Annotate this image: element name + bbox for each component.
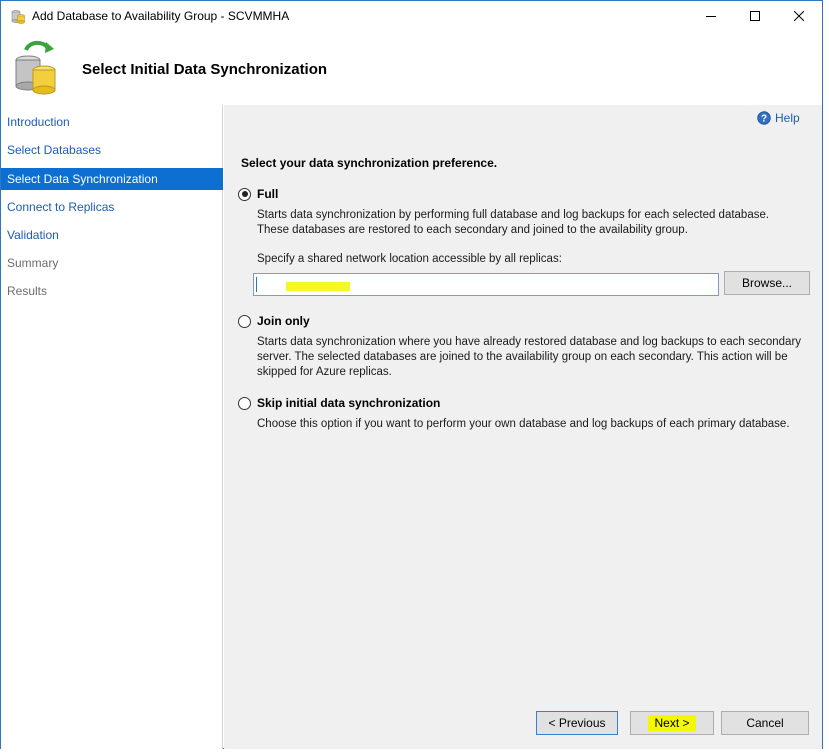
app-database-icon — [10, 8, 26, 24]
radio-join-only-label: Join only — [257, 314, 310, 328]
window-title: Add Database to Availability Group - SCV… — [32, 9, 290, 23]
radio-join-only-circle[interactable] — [238, 314, 251, 328]
radio-skip-sync-circle[interactable] — [238, 396, 251, 410]
wizard-window: Add Database to Availability Group - SCV… — [0, 0, 823, 749]
skip-sync-description: Choose this option if you want to perfor… — [257, 418, 790, 430]
sidebar-item-connect-to-replicas[interactable]: Connect to Replicas — [1, 196, 223, 218]
sidebar-item-results: Results — [7, 284, 48, 298]
minimize-icon — [706, 16, 716, 17]
sidebar-item-select-data-synchronization[interactable]: Select Data Synchronization — [1, 168, 223, 190]
page-title: Select Initial Data Synchronization — [82, 61, 328, 78]
radio-full[interactable]: Full — [238, 187, 278, 201]
share-location-input[interactable] — [253, 273, 719, 296]
cancel-button[interactable]: Cancel — [721, 711, 809, 735]
svg-text:?: ? — [761, 114, 767, 125]
radio-skip-sync-label: Skip initial data synchronization — [257, 396, 441, 410]
close-icon — [794, 11, 804, 21]
main-pane: ? Help Select your data synchronization … — [224, 105, 822, 749]
radio-full-circle[interactable] — [238, 187, 251, 201]
wizard-steps-sidebar: Introduction Select Databases Select Dat… — [1, 105, 223, 749]
sidebar-item-validation[interactable]: Validation — [1, 224, 223, 246]
join-only-description: Starts data synchronization where you ha… — [257, 336, 802, 378]
full-description: Starts data synchronization by performin… — [257, 209, 770, 236]
next-button-label: Next > — [648, 715, 696, 731]
database-sync-icon — [12, 40, 60, 96]
radio-skip-sync[interactable]: Skip initial data synchronization — [238, 396, 440, 410]
redacted-path-highlight — [286, 282, 350, 291]
help-icon: ? — [757, 111, 771, 125]
share-location-label: Specify a shared network location access… — [257, 253, 562, 265]
sidebar-item-summary: Summary — [7, 256, 59, 270]
previous-button[interactable]: < Previous — [536, 711, 618, 735]
help-label: Help — [775, 111, 800, 125]
help-link[interactable]: ? Help — [757, 111, 800, 125]
browse-button[interactable]: Browse... — [724, 271, 810, 295]
minimize-button[interactable] — [688, 1, 734, 31]
page-header: Select Initial Data Synchronization — [1, 31, 822, 105]
radio-full-label: Full — [257, 187, 279, 201]
text-caret — [256, 277, 257, 292]
maximize-button[interactable] — [732, 1, 778, 31]
close-button[interactable] — [776, 1, 822, 31]
title-bar: Add Database to Availability Group - SCV… — [1, 1, 822, 31]
sidebar-item-introduction[interactable]: Introduction — [1, 111, 223, 133]
next-button[interactable]: Next > — [630, 711, 714, 735]
sync-preference-prompt: Select your data synchronization prefere… — [241, 156, 498, 170]
radio-join-only[interactable]: Join only — [238, 314, 310, 328]
sidebar-item-select-databases[interactable]: Select Databases — [1, 139, 223, 161]
maximize-icon — [750, 11, 760, 21]
